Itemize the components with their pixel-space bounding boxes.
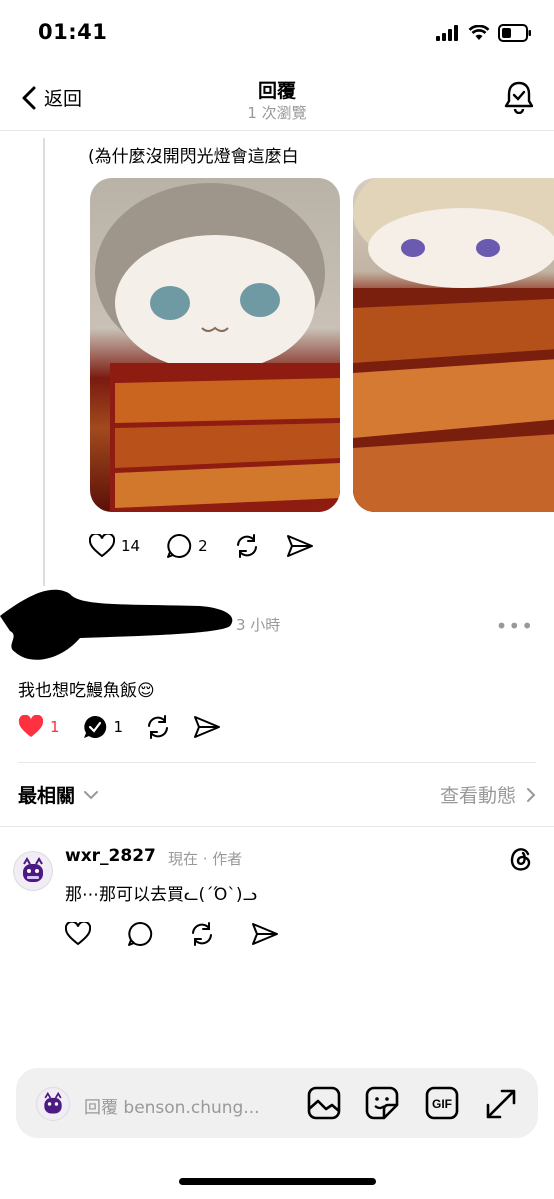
comment-filled-icon <box>83 715 106 738</box>
comment-username[interactable]: wxr_2827 <box>65 846 156 866</box>
reply-button[interactable] <box>127 921 153 947</box>
expand-icon <box>486 1089 516 1119</box>
repost-button[interactable] <box>145 714 171 740</box>
signal-icon <box>436 25 458 41</box>
image-attach-button[interactable] <box>306 1085 342 1125</box>
share-button[interactable] <box>251 922 279 946</box>
send-icon <box>286 535 313 557</box>
battery-icon <box>498 24 531 42</box>
reply-text: 我也想吃鰻魚飯😌 <box>18 681 155 701</box>
reply-input[interactable]: 回覆 benson.chung... <box>84 1093 260 1118</box>
comment-text: 那⋯那可以去買ᓚ(´Ό`)ᓗ <box>65 885 258 905</box>
sort-row: 最相關 查看動態 <box>18 762 536 827</box>
comment-meta: 現在 · 作者 <box>168 850 243 868</box>
plush-unagi-photo-1 <box>95 183 340 512</box>
comment-icon <box>167 533 192 558</box>
svg-text:GIF: GIF <box>432 1097 452 1111</box>
thread-line <box>43 138 45 586</box>
share-button[interactable] <box>286 534 314 558</box>
send-icon <box>252 923 278 945</box>
more-options-icon[interactable]: ••• <box>496 614 534 638</box>
repost-icon <box>236 534 257 558</box>
page-title: 回覆 <box>257 80 296 102</box>
like-button[interactable]: 1 <box>18 715 60 739</box>
divider <box>0 826 554 827</box>
view-count: 1 次瀏覽 <box>247 104 307 122</box>
sticker-button[interactable] <box>364 1085 400 1125</box>
parent-actions: 14 2 <box>89 533 314 559</box>
reply-button[interactable]: 2 <box>166 533 208 559</box>
sort-dropdown[interactable]: 最相關 <box>18 781 99 808</box>
like-count: 14 <box>121 537 141 555</box>
notification-button[interactable] <box>504 80 534 118</box>
status-time: 01:41 <box>38 20 108 44</box>
nav-bar: 返回 回覆 1 次瀏覽 <box>0 64 554 131</box>
chevron-right-icon <box>527 787 536 802</box>
sort-label: 最相關 <box>18 785 76 807</box>
composer-avatar <box>36 1087 70 1121</box>
sticker-icon <box>365 1086 399 1120</box>
reply-timestamp: 3 小時 <box>236 616 281 634</box>
activity-label: 查看動態 <box>439 785 516 807</box>
gif-icon: GIF <box>425 1086 459 1120</box>
reply-button[interactable]: 1 <box>82 714 124 740</box>
send-icon <box>194 716 221 738</box>
reply-count: 2 <box>198 537 208 555</box>
comment-actions <box>65 921 279 947</box>
home-indicator <box>179 1178 376 1185</box>
repost-button[interactable] <box>189 921 215 947</box>
threads-logo-icon[interactable] <box>508 846 534 876</box>
comment-icon <box>128 921 153 946</box>
heart-icon <box>65 922 91 946</box>
like-count: 1 <box>50 718 60 736</box>
heart-icon <box>89 534 115 558</box>
status-icons <box>436 24 532 42</box>
image-icon <box>307 1086 341 1120</box>
post-caption: (為什麼沒開閃光燈會這麼白 <box>88 147 299 167</box>
plush-unagi-photo-2 <box>353 178 554 512</box>
bell-check-icon <box>504 81 534 115</box>
reply-count: 1 <box>113 718 124 736</box>
chevron-down-icon <box>84 790 99 799</box>
expand-button[interactable] <box>484 1087 518 1125</box>
purple-cat-avatar-icon <box>44 1091 62 1114</box>
share-button[interactable] <box>193 715 221 739</box>
avatar[interactable] <box>13 851 53 891</box>
post-image-2[interactable] <box>353 178 554 512</box>
heart-filled-icon <box>18 715 44 737</box>
redacted-avatar-and-name <box>0 576 240 662</box>
repost-icon <box>192 922 212 946</box>
reply-actions: 1 1 <box>18 714 221 740</box>
purple-cat-avatar-icon <box>23 857 43 882</box>
repost-button[interactable] <box>234 533 260 559</box>
view-activity-link[interactable]: 查看動態 <box>440 781 536 808</box>
post-image-1[interactable] <box>90 178 340 512</box>
wifi-icon <box>468 25 490 40</box>
reply-composer[interactable]: 回覆 benson.chung... GIF <box>16 1068 538 1138</box>
like-button[interactable]: 14 <box>89 534 140 558</box>
like-button[interactable] <box>65 922 91 946</box>
gif-button[interactable]: GIF <box>424 1085 460 1125</box>
repost-icon <box>148 715 169 739</box>
